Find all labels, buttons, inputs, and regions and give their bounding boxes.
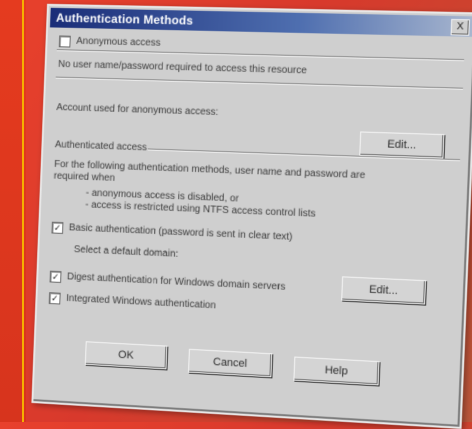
- close-button[interactable]: X: [451, 19, 470, 36]
- authenticated-access-header: Authenticated access: [55, 139, 147, 153]
- dialog-titlebar[interactable]: Authentication Methods X: [50, 8, 472, 37]
- anonymous-access-checkbox[interactable]: [59, 35, 71, 47]
- basic-authentication-checkbox[interactable]: ✓: [51, 222, 63, 234]
- basic-authentication-label: Basic authentication (password is sent i…: [69, 222, 293, 242]
- integrated-windows-auth-checkbox[interactable]: ✓: [49, 292, 61, 304]
- domain-edit-button[interactable]: Edit...: [341, 276, 426, 304]
- authentication-methods-dialog: Authentication Methods X Anonymous acces…: [31, 4, 472, 429]
- authenticated-description-line2: required when: [54, 171, 116, 184]
- ok-button[interactable]: OK: [85, 341, 168, 369]
- anonymous-description: No user name/password required to access…: [58, 59, 307, 76]
- digest-authentication-checkbox[interactable]: ✓: [50, 271, 62, 283]
- help-button[interactable]: Help: [293, 357, 379, 386]
- digest-authentication-label: Digest authentication for Windows domain…: [67, 271, 286, 292]
- group-divider: [57, 49, 464, 61]
- default-domain-text: Select a default domain:: [74, 244, 179, 260]
- integrated-windows-auth-label: Integrated Windows authentication: [66, 293, 216, 311]
- cancel-button[interactable]: Cancel: [188, 349, 272, 378]
- anonymous-account-text: Account used for anonymous access:: [56, 102, 218, 118]
- group-divider: [56, 77, 463, 90]
- background-accent-line: [22, 0, 24, 422]
- anonymous-edit-button[interactable]: Edit...: [359, 131, 444, 158]
- dialog-title: Authentication Methods: [56, 11, 194, 28]
- anonymous-access-label: Anonymous access: [76, 36, 161, 49]
